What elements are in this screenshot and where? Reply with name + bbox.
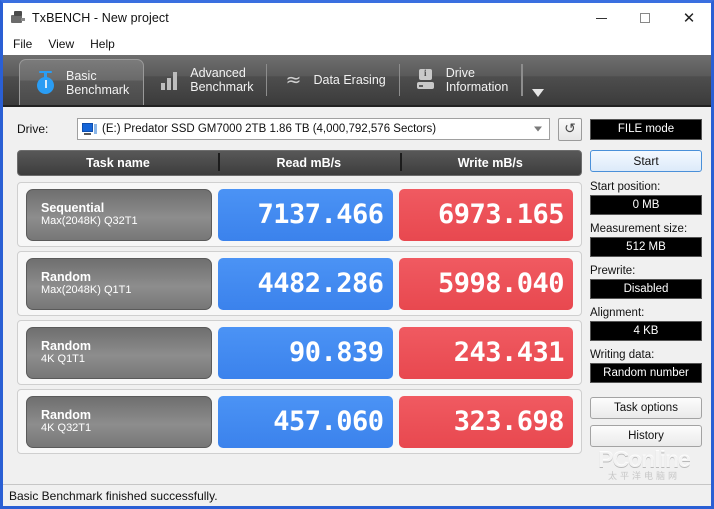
read-value: 90.839 xyxy=(218,326,393,379)
chevron-down-icon xyxy=(534,126,542,132)
task-name-cell[interactable]: Random 4K Q1T1 xyxy=(26,326,212,379)
chevron-down-icon xyxy=(532,89,545,97)
computer-drive-icon xyxy=(82,122,97,136)
task-name-line1: Random xyxy=(41,270,91,284)
table-row: Sequential Max(2048K) Q32T1 7137.466 697… xyxy=(17,182,582,247)
tab-overflow-button[interactable] xyxy=(522,55,554,105)
menu-item-help[interactable]: Help xyxy=(90,37,115,51)
prewrite-value[interactable]: Disabled xyxy=(590,279,702,299)
drive-selected-value: (E:) Predator SSD GM7000 2TB 1.86 TB (4,… xyxy=(102,123,437,135)
window-controls: ✕ xyxy=(579,3,711,33)
task-name-cell[interactable]: Random 4K Q32T1 xyxy=(26,395,212,448)
task-name-line1: Random xyxy=(41,339,91,353)
tab-basic-benchmark-label: Basic Benchmark xyxy=(66,68,130,97)
tab-data-erasing[interactable]: ≈ Data Erasing xyxy=(267,55,401,105)
alignment-label: Alignment: xyxy=(590,307,645,319)
drive-selection-row: Drive: (E:) Predator SSD GM7000 2TB 1.86… xyxy=(3,114,711,144)
read-value: 457.060 xyxy=(218,395,393,448)
close-button[interactable]: ✕ xyxy=(667,3,711,33)
tab-advanced-benchmark[interactable]: Advanced Benchmark xyxy=(144,55,268,105)
menu-bar: File View Help xyxy=(3,33,711,55)
tab-basic-benchmark[interactable]: Basic Benchmark xyxy=(19,59,145,105)
task-name-line1: Sequential xyxy=(41,201,105,215)
menu-item-view[interactable]: View xyxy=(48,37,74,51)
start-position-label: Start position: xyxy=(590,181,661,193)
refresh-button[interactable]: ↺ xyxy=(558,117,582,141)
results-header-row: Task name Read mB/s Write mB/s xyxy=(17,150,582,176)
task-options-button[interactable]: Task options xyxy=(590,397,702,419)
status-bar: Basic Benchmark finished successfully. xyxy=(3,484,711,506)
start-button[interactable]: Start xyxy=(590,150,702,172)
watermark-sub: 太平洋电脑网 xyxy=(607,471,680,481)
write-value: 5998.040 xyxy=(398,257,573,310)
write-value: 243.431 xyxy=(398,326,573,379)
results-table: Task name Read mB/s Write mB/s Sequentia… xyxy=(17,150,582,466)
tab-strip: Basic Benchmark Advanced Benchmark ≈ Dat… xyxy=(3,55,711,107)
task-name-line1: Random xyxy=(41,408,91,422)
measurement-size-value[interactable]: 512 MB xyxy=(590,237,702,257)
task-name-cell[interactable]: Random Max(2048K) Q1T1 xyxy=(26,257,212,310)
drive-select[interactable]: (E:) Predator SSD GM7000 2TB 1.86 TB (4,… xyxy=(77,118,550,140)
prewrite-label: Prewrite: xyxy=(590,265,636,277)
bar-chart-icon xyxy=(158,66,182,94)
txbench-window: TxBENCH - New project ✕ File View Help B… xyxy=(0,0,714,509)
zigzag-wave-icon: ≈ xyxy=(285,69,302,91)
app-icon xyxy=(10,10,26,26)
title-bar: TxBENCH - New project ✕ xyxy=(3,3,711,33)
task-name-line2: Max(2048K) Q32T1 xyxy=(41,215,138,227)
refresh-icon: ↺ xyxy=(564,121,576,137)
options-sidebar: Start Start position: 0 MB Measurement s… xyxy=(590,150,702,466)
task-name-cell[interactable]: Sequential Max(2048K) Q32T1 xyxy=(26,188,212,241)
drive-info-icon xyxy=(414,66,438,94)
read-value: 7137.466 xyxy=(218,188,393,241)
task-name-line2: Max(2048K) Q1T1 xyxy=(41,284,132,296)
history-button[interactable]: History xyxy=(590,425,702,447)
maximize-button[interactable] xyxy=(623,3,667,33)
table-row: Random 4K Q1T1 90.839 243.431 xyxy=(17,320,582,385)
alignment-value[interactable]: 4 KB xyxy=(590,321,702,341)
measurement-size-label: Measurement size: xyxy=(590,223,688,235)
stopwatch-icon xyxy=(34,69,58,97)
task-name-line2: 4K Q1T1 xyxy=(41,353,86,365)
file-mode-button[interactable]: FILE mode xyxy=(590,118,702,140)
tab-drive-information-label: Drive Information xyxy=(445,66,509,94)
window-title: TxBENCH - New project xyxy=(32,11,169,25)
tab-drive-information[interactable]: Drive Information xyxy=(400,55,523,105)
task-name-line2: 4K Q32T1 xyxy=(41,422,92,434)
menu-item-file[interactable]: File xyxy=(13,37,32,51)
column-header-read: Read mB/s xyxy=(218,153,400,171)
write-value: 6973.165 xyxy=(398,188,573,241)
column-header-write: Write mB/s xyxy=(399,153,582,171)
table-row: Random 4K Q32T1 457.060 323.698 xyxy=(17,389,582,454)
minimize-button[interactable] xyxy=(579,3,623,33)
table-row: Random Max(2048K) Q1T1 4482.286 5998.040 xyxy=(17,251,582,316)
drive-label: Drive: xyxy=(17,122,49,136)
tab-advanced-benchmark-label: Advanced Benchmark xyxy=(190,66,254,94)
main-body: Task name Read mB/s Write mB/s Sequentia… xyxy=(3,144,711,466)
status-text: Basic Benchmark finished successfully. xyxy=(9,488,218,503)
tab-data-erasing-label: Data Erasing xyxy=(313,73,386,87)
read-value: 4482.286 xyxy=(218,257,393,310)
writing-data-label: Writing data: xyxy=(590,349,655,361)
start-position-value[interactable]: 0 MB xyxy=(590,195,702,215)
write-value: 323.698 xyxy=(398,395,573,448)
writing-data-value[interactable]: Random number xyxy=(590,363,702,383)
column-header-task-name: Task name xyxy=(86,156,150,170)
